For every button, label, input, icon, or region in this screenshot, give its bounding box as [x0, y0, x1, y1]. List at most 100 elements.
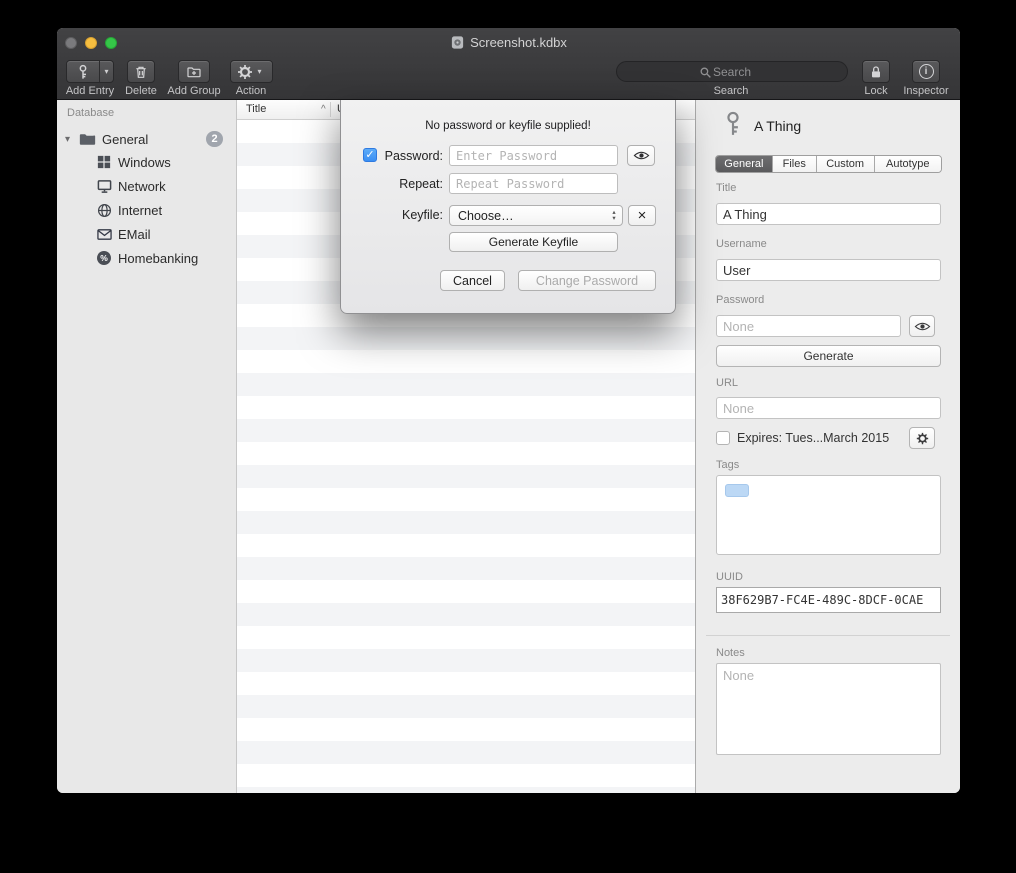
sidebar-item-general[interactable]: ▾ General 2 [57, 127, 236, 151]
keyfile-label: Keyfile: [371, 208, 443, 222]
sidebar-item-label: Windows [118, 155, 171, 170]
tab-general[interactable]: General [716, 156, 773, 172]
tab-files[interactable]: Files [773, 156, 817, 172]
notes-field[interactable] [716, 663, 941, 755]
chevron-down-icon: ▾ [253, 67, 265, 76]
tags-label: Tags [716, 459, 739, 471]
generate-keyfile-button[interactable]: Generate Keyfile [449, 232, 618, 252]
sidebar-item-label: General [102, 132, 148, 147]
add-entry-label: Add Entry [66, 85, 114, 97]
delete-button[interactable] [127, 60, 155, 83]
add-entry-button[interactable]: ▾ [66, 60, 114, 83]
sidebar: Database ▾ General 2 Windows Network Int… [57, 100, 237, 793]
tag-chip[interactable] [725, 484, 749, 497]
sidebar-item-network[interactable]: Network [57, 174, 236, 198]
search-field[interactable] [616, 61, 848, 82]
sidebar-item-windows[interactable]: Windows [57, 150, 236, 174]
globe-icon [96, 202, 112, 218]
inspector-tabs: General Files Custom Autotype [715, 155, 942, 173]
change-password-button[interactable]: Change Password [518, 270, 656, 291]
keyfile-value: Choose… [450, 209, 606, 223]
document-icon [450, 35, 465, 50]
column-header-title[interactable]: Title [246, 103, 266, 115]
tab-custom[interactable]: Custom [817, 156, 875, 172]
url-label: URL [716, 377, 738, 389]
action-label: Action [236, 85, 267, 97]
window-chrome[interactable]: Screenshot.kdbx ▾ Add Entry Delete Add G… [57, 28, 960, 100]
expires-checkbox[interactable] [716, 431, 730, 445]
sidebar-item-label: Network [118, 179, 166, 194]
app-window: Screenshot.kdbx ▾ Add Entry Delete Add G… [57, 28, 960, 793]
eye-icon [914, 321, 931, 332]
url-field[interactable] [716, 397, 941, 419]
uuid-label: UUID [716, 571, 743, 583]
key-icon [720, 110, 746, 138]
title-field[interactable] [716, 203, 941, 225]
sidebar-section-header: Database [67, 107, 114, 119]
reveal-password-button[interactable] [909, 315, 935, 337]
windows-icon [96, 154, 112, 170]
envelope-icon [96, 226, 112, 242]
password-label: Password [716, 294, 764, 306]
cancel-button[interactable]: Cancel [440, 270, 505, 291]
lock-icon [868, 64, 884, 80]
uuid-field[interactable] [716, 587, 941, 613]
reveal-password-button[interactable] [627, 145, 655, 166]
add-group-button[interactable] [178, 60, 210, 83]
repeat-input[interactable] [449, 173, 618, 194]
key-plus-icon [67, 64, 99, 80]
sort-ascending-icon: ^ [321, 104, 326, 115]
title-label: Title [716, 182, 736, 194]
eye-icon [633, 150, 650, 161]
stepper-down-icon: ▾ [612, 216, 615, 222]
password-input[interactable] [449, 145, 618, 166]
password-field[interactable] [716, 315, 901, 337]
gear-icon [916, 432, 929, 445]
repeat-label: Repeat: [371, 177, 443, 191]
tags-box[interactable] [716, 475, 941, 555]
sidebar-item-internet[interactable]: Internet [57, 198, 236, 222]
folder-icon [79, 132, 96, 147]
sheet-message: No password or keyfile supplied! [341, 120, 675, 132]
username-label: Username [716, 238, 767, 250]
folder-plus-icon [186, 64, 202, 80]
window-title-text: Screenshot.kdbx [470, 35, 567, 50]
password-sheet: No password or keyfile supplied! ✓ Passw… [340, 100, 676, 314]
inspector-button[interactable]: i [912, 60, 940, 83]
sidebar-item-label: Internet [118, 203, 162, 218]
section-divider [706, 635, 950, 636]
entry-title: A Thing [754, 118, 801, 134]
stepper-icons: ▴ ▾ [606, 210, 622, 222]
count-badge: 2 [206, 131, 223, 147]
expires-label: Expires: Tues...March 2015 [737, 431, 889, 445]
disclosure-triangle-icon[interactable]: ▾ [65, 134, 77, 145]
delete-label: Delete [125, 85, 157, 97]
sidebar-item-homebanking[interactable]: % Homebanking [57, 246, 236, 270]
lock-label: Lock [864, 85, 887, 97]
column-divider[interactable] [330, 102, 331, 117]
notes-label: Notes [716, 647, 745, 659]
password-label: Password: [371, 149, 443, 163]
chevron-down-icon[interactable]: ▾ [100, 67, 112, 76]
expires-settings-button[interactable] [909, 427, 935, 449]
username-field[interactable] [716, 259, 941, 281]
lock-button[interactable] [862, 60, 890, 83]
network-icon [96, 178, 112, 194]
add-group-label: Add Group [167, 85, 220, 97]
search-input[interactable] [617, 62, 847, 81]
clear-keyfile-button[interactable]: × [628, 205, 656, 226]
action-button[interactable]: ▾ [230, 60, 273, 83]
search-label: Search [714, 85, 749, 97]
sidebar-item-label: EMail [118, 227, 151, 242]
percent-coin-icon: % [96, 250, 112, 266]
trash-icon [133, 64, 149, 80]
inspector-label: Inspector [903, 85, 948, 97]
window-title: Screenshot.kdbx [57, 28, 960, 58]
sidebar-item-email[interactable]: EMail [57, 222, 236, 246]
info-icon: i [919, 64, 934, 79]
close-x-icon: × [638, 207, 647, 224]
tab-autotype[interactable]: Autotype [875, 156, 942, 172]
generate-password-button[interactable]: Generate [716, 345, 941, 367]
keyfile-dropdown[interactable]: Choose… ▴ ▾ [449, 205, 623, 226]
sidebar-item-label: Homebanking [118, 251, 198, 266]
